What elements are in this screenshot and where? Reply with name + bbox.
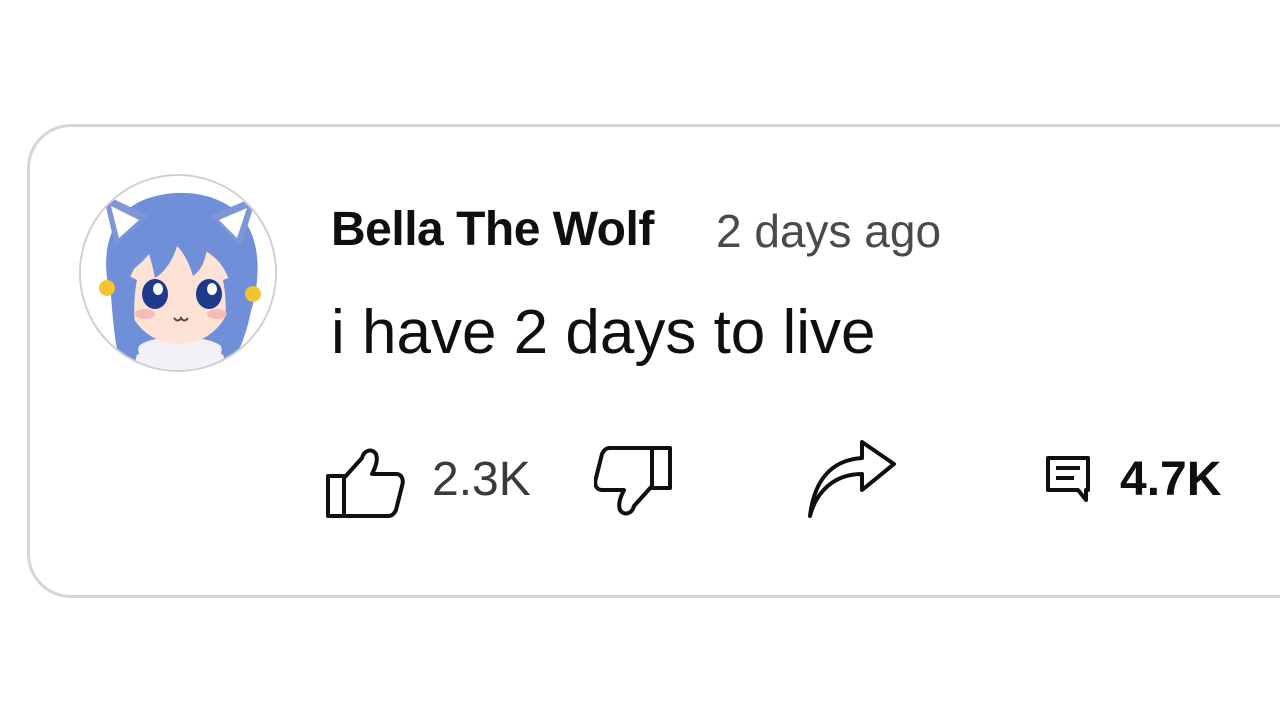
thumbs-down-icon [594,446,672,516]
stage: Bella The Wolf 2 days ago i have 2 days … [0,0,1280,720]
comment-timestamp[interactable]: 2 days ago [716,204,941,258]
like-button[interactable] [324,444,406,520]
avatar[interactable] [79,174,277,372]
reply-count[interactable]: 4.7K [1120,452,1221,507]
dislike-button[interactable] [594,444,674,520]
like-count: 2.3K [432,453,531,506]
author-name[interactable]: Bella The Wolf [331,202,654,257]
thumbs-up-icon [326,448,405,518]
share-button[interactable] [806,440,898,520]
share-arrow-icon [808,440,896,518]
comment-text: i have 2 days to live [331,298,876,367]
replies-button[interactable] [1044,454,1094,504]
comment-bubble-icon [1046,456,1090,502]
avatar-image [81,176,275,370]
